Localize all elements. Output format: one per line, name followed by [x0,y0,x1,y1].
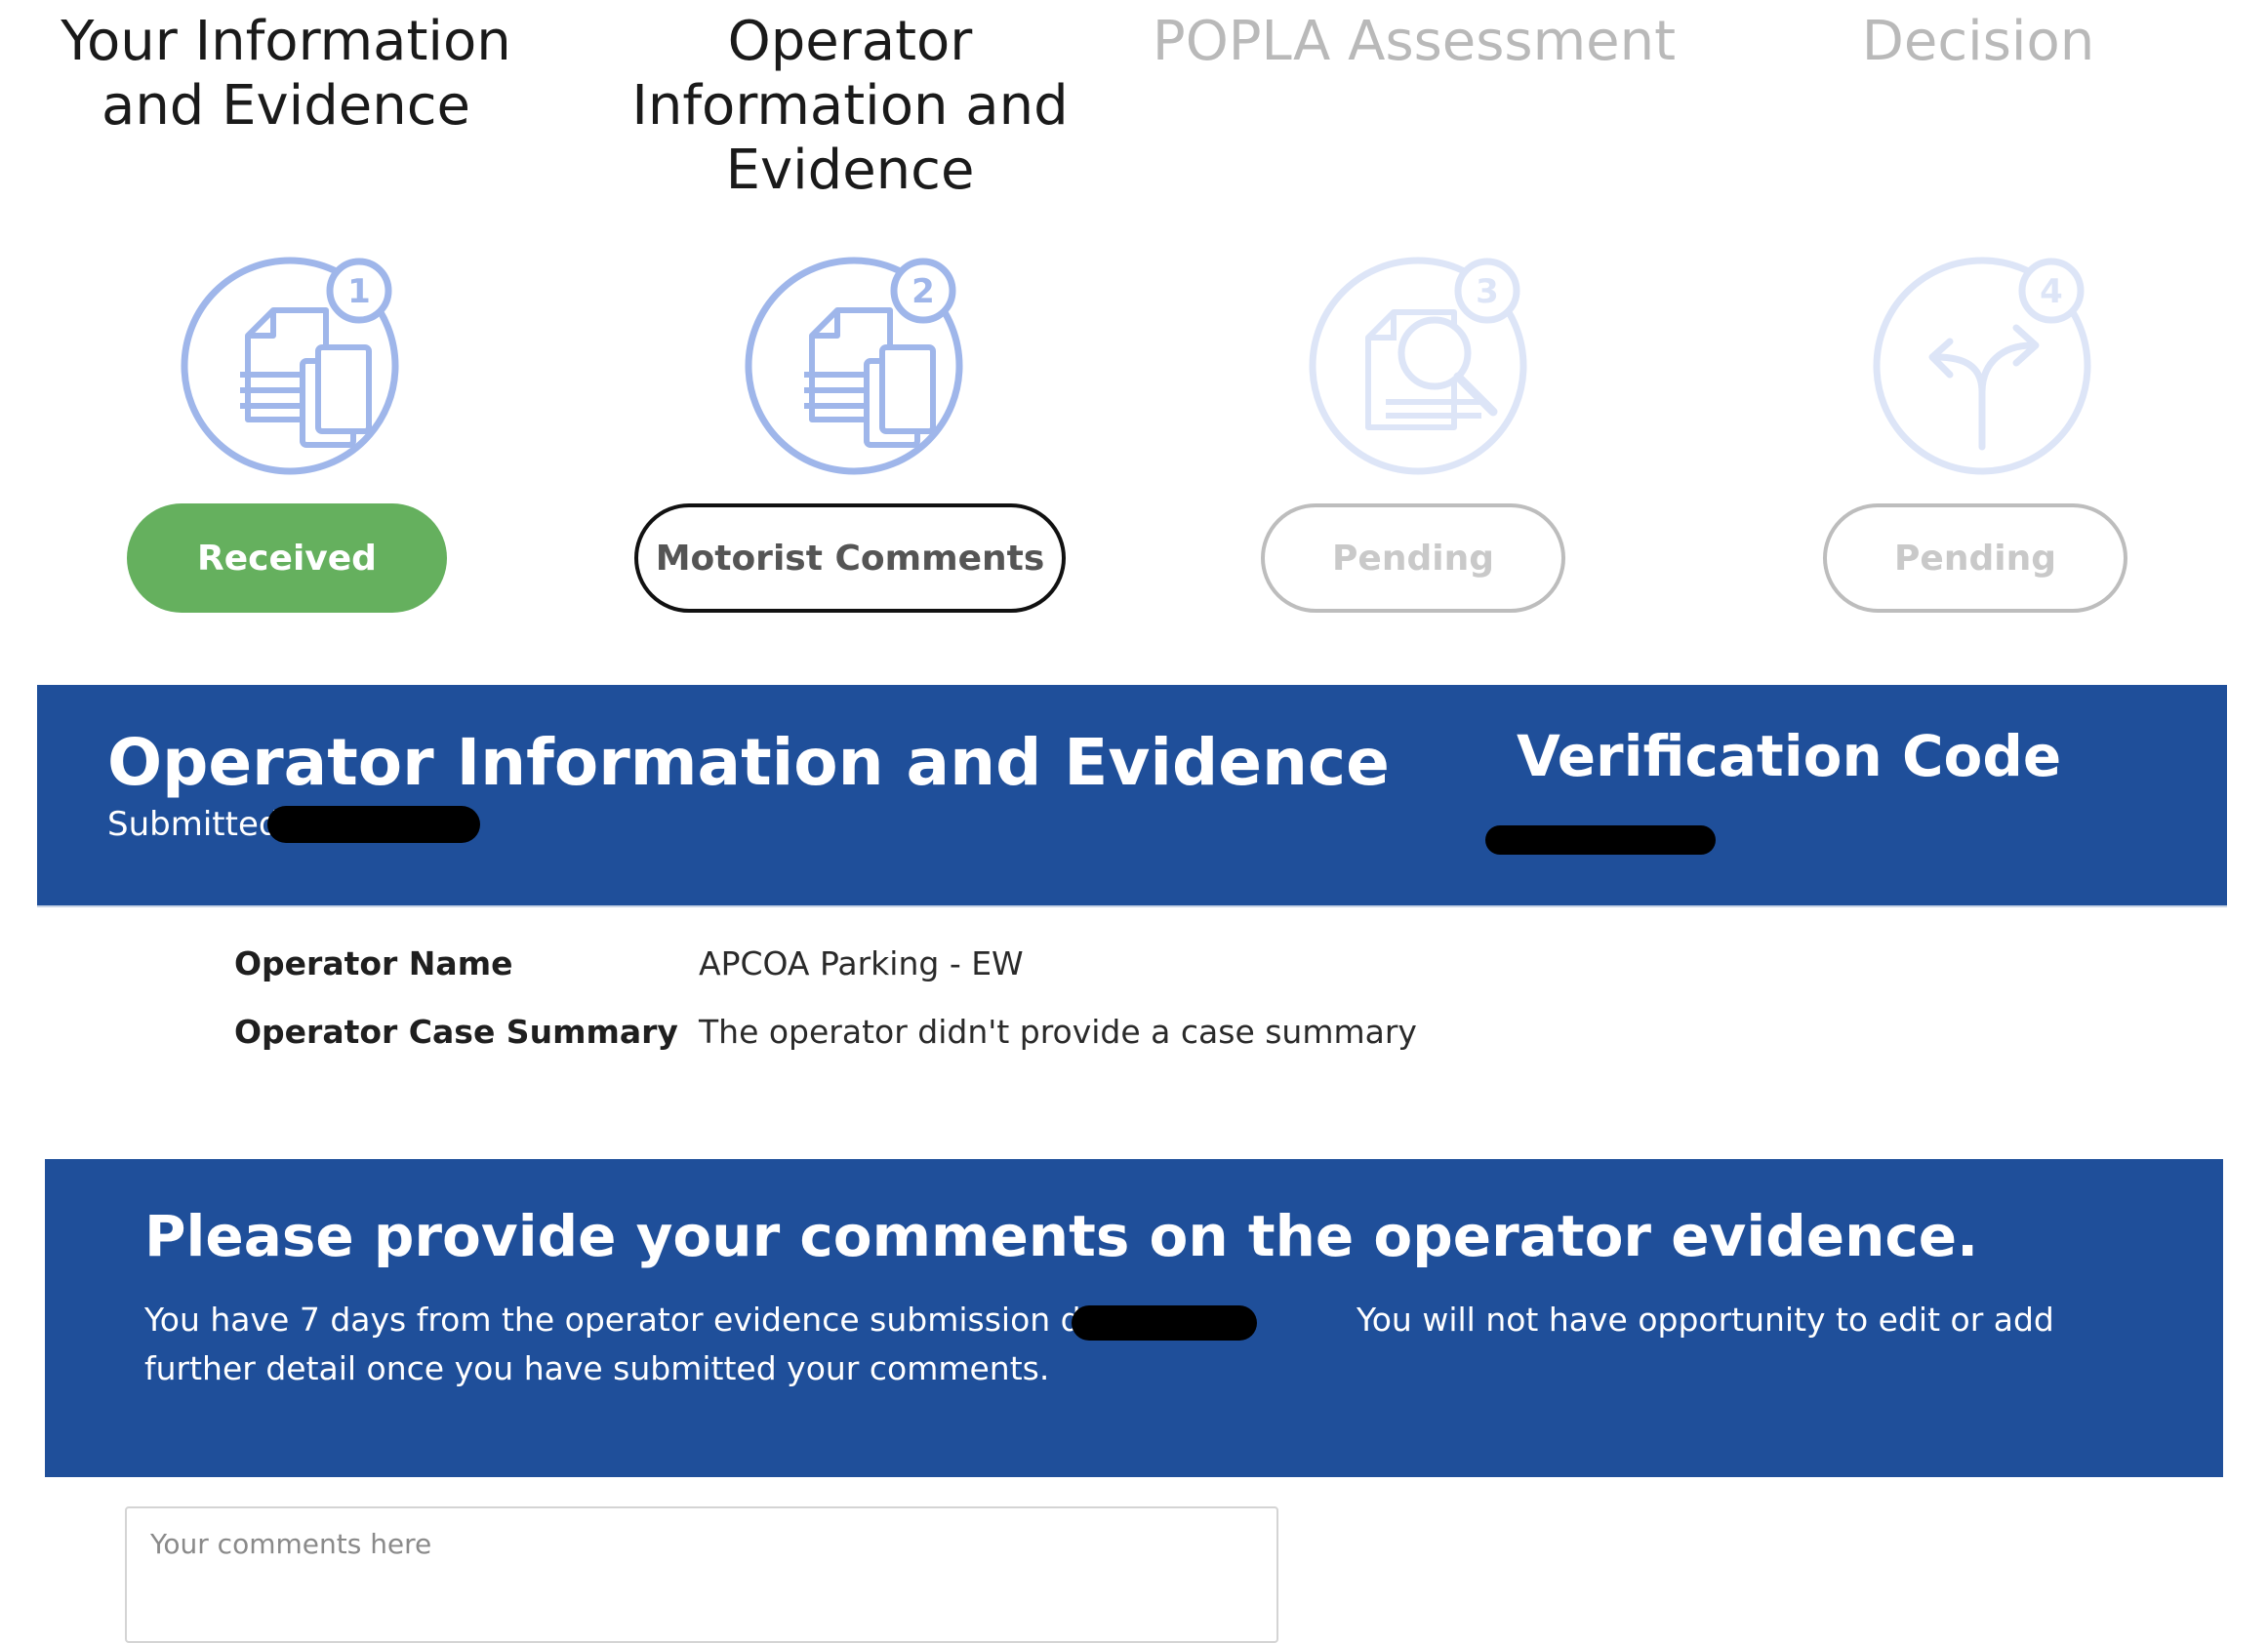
step-status-pending[interactable]: Pending [1823,503,2127,613]
case-summary-value: The operator didn't provide a case summa… [699,1013,1417,1051]
step-status-motorist-comments[interactable]: Motorist Comments [634,503,1066,613]
documents-icon: 1 [180,256,400,476]
instructions-band: Please provide your comments on the oper… [45,1159,2223,1477]
redacted-submitted-date [267,806,480,843]
document-search-icon: 3 [1308,256,1528,476]
step-number: 1 [347,272,371,311]
step-number: 4 [2040,272,2063,311]
step-status-pending[interactable]: Pending [1261,503,1565,613]
step-number: 3 [1476,272,1499,311]
verification-code-label: Verification Code [1517,723,2062,789]
step-title: Operator Information and Evidence [631,10,1069,202]
step-number: 2 [911,272,935,311]
operator-name-label: Operator Name [234,944,513,982]
operator-header-band: Operator Information and Evidence Submit… [37,685,2227,907]
case-summary-label: Operator Case Summary [234,1013,678,1051]
operator-header-title: Operator Information and Evidence [107,725,1390,800]
step-title: POPLA Assessment [1152,10,1677,73]
instructions-text-before: You have 7 days from the operator eviden… [144,1301,1165,1339]
operator-name-value: APCOA Parking - EW [699,944,1024,982]
redacted-submission-date-mark [1072,1305,1257,1341]
step-title: Decision [1861,10,2095,73]
split-arrows-icon: 4 [1872,256,2092,476]
redacted-verification-code [1485,825,1716,855]
comments-input[interactable] [125,1506,1278,1643]
step-title: Your Information and Evidence [61,10,511,138]
instructions-title: Please provide your comments on the oper… [144,1203,1979,1269]
documents-icon: 2 [744,256,964,476]
submitted-label: Submitted [107,805,280,844]
step-status-received[interactable]: Received [127,503,447,613]
